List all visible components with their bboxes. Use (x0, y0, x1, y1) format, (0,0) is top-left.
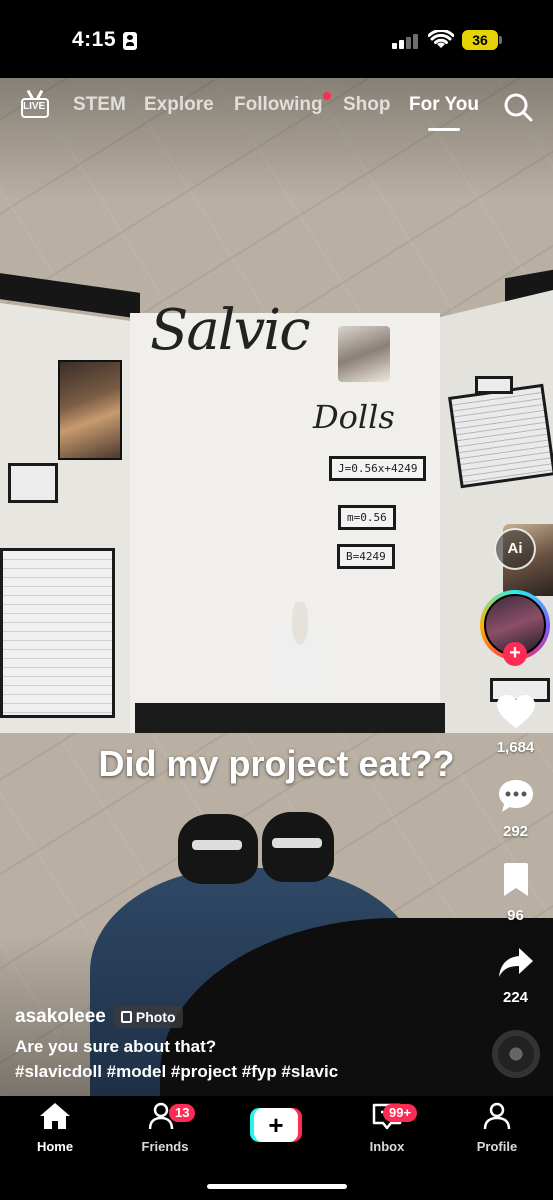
board-base-strip (135, 703, 445, 733)
board-title: Salvic (150, 298, 311, 363)
search-icon[interactable] (503, 92, 533, 122)
person-id-icon (123, 32, 137, 50)
like-count: 1,684 (496, 739, 535, 756)
trifold-board-right (428, 290, 553, 733)
board-paper-card (448, 383, 553, 489)
tab-stem[interactable]: STEM (73, 94, 126, 116)
share-arrow-icon (498, 948, 533, 977)
shoe-left (178, 814, 258, 884)
tab-following[interactable]: Following (234, 94, 323, 116)
tab-profile-label: Profile (476, 1139, 518, 1154)
creator-username[interactable]: asakoleee (15, 1006, 106, 1028)
battery-level: 36 (472, 32, 488, 48)
friends-badge: 13 (169, 1104, 196, 1122)
tab-inbox-label: Inbox (369, 1139, 405, 1154)
formula-card: B=4249 (337, 544, 395, 569)
formula-text: J=0.56x+4249 (332, 459, 424, 478)
heart-icon (496, 695, 535, 728)
tab-friends[interactable]: Friends 13 (125, 1102, 205, 1154)
tab-shop[interactable]: Shop (343, 94, 391, 116)
battery-tip (499, 36, 502, 44)
save-button[interactable]: 96 (478, 862, 553, 924)
follow-plus-icon[interactable]: + (503, 642, 527, 666)
board-photo-portrait (58, 360, 122, 460)
tab-explore[interactable]: Explore (144, 94, 214, 116)
save-count: 96 (507, 907, 524, 924)
ai-label: Ai (507, 540, 523, 557)
active-tab-indicator (428, 128, 460, 131)
tab-for-you[interactable]: For You (409, 94, 479, 116)
photo-badge: Photo (113, 1006, 183, 1028)
like-button[interactable]: 1,684 (478, 694, 553, 756)
share-button[interactable]: 224 (478, 946, 553, 1006)
formula-text: B=4249 (340, 547, 392, 566)
battery-indicator: 36 (462, 30, 498, 50)
profile-icon (483, 1102, 511, 1130)
post-photo[interactable]: Salvic Dolls J=0.56x+4249 m=0.56 B=4249 … (0, 78, 553, 1096)
home-indicator (207, 1184, 347, 1189)
formula-card: J=0.56x+4249 (329, 456, 427, 481)
music-disc-icon[interactable] (492, 1030, 540, 1078)
formula-card: m=0.56 (338, 505, 396, 530)
tab-inbox[interactable]: Inbox 99+ (347, 1102, 427, 1154)
signal-icon (392, 33, 420, 49)
shoe-right (262, 812, 334, 882)
post-caption: asakoleee Photo Are you sure about that?… (15, 1006, 485, 1082)
post-hashtags[interactable]: #slavicdoll #model #project #fyp #slavic (15, 1062, 485, 1082)
bookmark-icon (503, 863, 528, 896)
photo-icon (120, 1011, 132, 1023)
formula-text: m=0.56 (341, 508, 393, 527)
bottom-nav: Home Friends 13 + Inbox 99+ Profile (0, 1096, 553, 1200)
top-nav: LIVE STEM Explore Following Shop For You (0, 86, 553, 131)
following-notification-dot (323, 92, 331, 100)
ai-button[interactable]: Ai (494, 528, 536, 570)
tab-friends-label: Friends (141, 1139, 189, 1154)
share-count: 224 (502, 989, 529, 1006)
post-description: Are you sure about that? (15, 1037, 217, 1056)
home-icon (40, 1103, 70, 1129)
wifi-icon (428, 30, 454, 48)
comment-count: 292 (502, 823, 529, 840)
board-note-card (8, 463, 58, 503)
board-subtitle: Dolls (313, 398, 395, 436)
inbox-badge: 99+ (383, 1104, 418, 1122)
clock: 4:15 (72, 28, 117, 51)
photo-badge-label: Photo (135, 1009, 176, 1025)
tab-home-label: Home (36, 1139, 74, 1154)
live-icon[interactable]: LIVE (21, 89, 49, 118)
status-bar: 4:15 36 (0, 0, 553, 78)
tab-home[interactable]: Home (15, 1102, 95, 1154)
overlay-text: Did my project eat?? (98, 743, 455, 784)
board-label-card (475, 376, 513, 394)
board-photo-model (272, 602, 328, 702)
board-photo-selfie (338, 326, 390, 382)
live-label: LIVE (23, 101, 46, 112)
tab-profile[interactable]: Profile (457, 1102, 537, 1154)
comment-icon (498, 780, 533, 812)
plus-icon: + (254, 1108, 298, 1142)
create-button[interactable]: + (250, 1108, 302, 1142)
board-data-table (0, 548, 115, 718)
comment-button[interactable]: 292 (478, 778, 553, 840)
